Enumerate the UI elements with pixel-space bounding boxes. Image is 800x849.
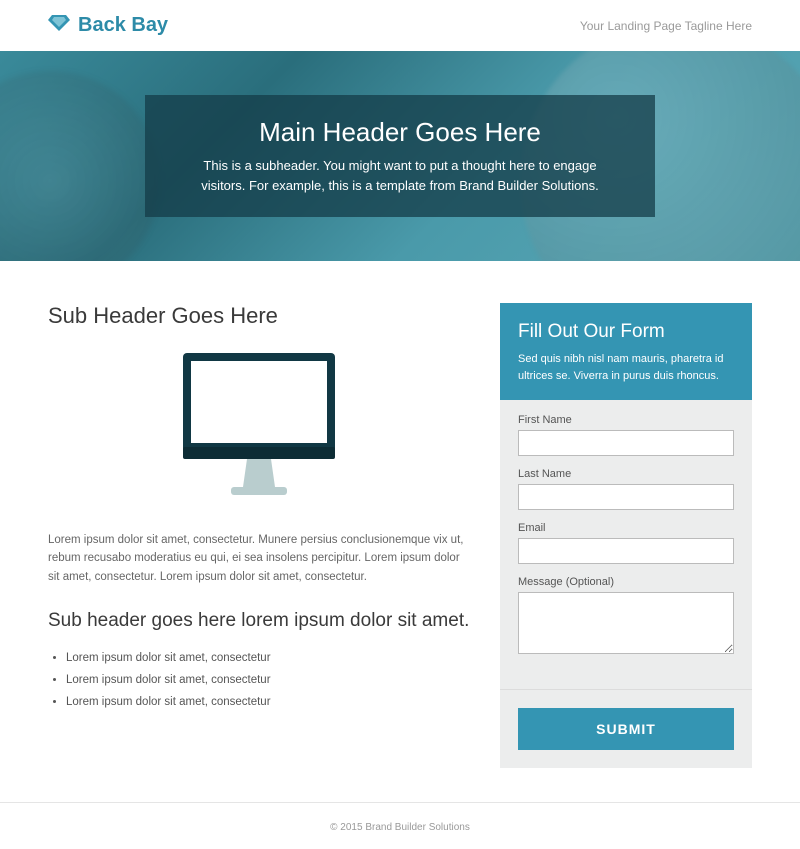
bullet-list: Lorem ipsum dolor sit amet, consectetur … (48, 648, 470, 714)
list-item: Lorem ipsum dolor sit amet, consectetur (66, 692, 470, 714)
form-body: First Name Last Name Email Message (Opti… (500, 400, 752, 689)
hero-subheader: This is a subheader. You might want to p… (181, 156, 619, 195)
form-panel: Fill Out Our Form Sed quis nibh nisl nam… (500, 303, 752, 768)
brand-logo-icon (48, 14, 70, 37)
form-subtitle: Sed quis nibh nisl nam mauris, pharetra … (518, 351, 734, 384)
form-header: Fill Out Our Form Sed quis nibh nisl nam… (500, 303, 752, 400)
message-label: Message (Optional) (518, 576, 734, 588)
left-column: Sub Header Goes Here Lorem ipsum dolor s… (48, 303, 470, 768)
field-message: Message (Optional) (518, 576, 734, 659)
submit-button[interactable]: SUBMIT (518, 708, 734, 750)
email-input[interactable] (518, 538, 734, 564)
monitor-illustration (48, 347, 470, 507)
form-footer: SUBMIT (500, 689, 752, 768)
field-last-name: Last Name (518, 468, 734, 510)
hero-overlay-box: Main Header Goes Here This is a subheade… (145, 95, 655, 217)
brand-name: Back Bay (78, 14, 168, 37)
sub-header: Sub Header Goes Here (48, 303, 470, 329)
main-content: Sub Header Goes Here Lorem ipsum dolor s… (0, 261, 800, 796)
form-title: Fill Out Our Form (518, 321, 734, 343)
header-bar: Back Bay Your Landing Page Tagline Here (0, 0, 800, 51)
sub-header-2: Sub header goes here lorem ipsum dolor s… (48, 608, 470, 634)
email-label: Email (518, 522, 734, 534)
body-paragraph: Lorem ipsum dolor sit amet, consectetur.… (48, 531, 470, 586)
list-item: Lorem ipsum dolor sit amet, consectetur (66, 648, 470, 670)
page-footer: © 2015 Brand Builder Solutions (0, 802, 800, 849)
list-item: Lorem ipsum dolor sit amet, consectetur (66, 670, 470, 692)
field-first-name: First Name (518, 414, 734, 456)
monitor-icon (169, 347, 349, 507)
message-input[interactable] (518, 592, 734, 654)
header-tagline: Your Landing Page Tagline Here (580, 19, 752, 33)
first-name-label: First Name (518, 414, 734, 426)
hero-title: Main Header Goes Here (181, 117, 619, 148)
last-name-label: Last Name (518, 468, 734, 480)
brand[interactable]: Back Bay (48, 14, 168, 37)
copyright-text: © 2015 Brand Builder Solutions (330, 822, 470, 833)
last-name-input[interactable] (518, 484, 734, 510)
hero-section: Main Header Goes Here This is a subheade… (0, 51, 800, 261)
field-email: Email (518, 522, 734, 564)
first-name-input[interactable] (518, 430, 734, 456)
